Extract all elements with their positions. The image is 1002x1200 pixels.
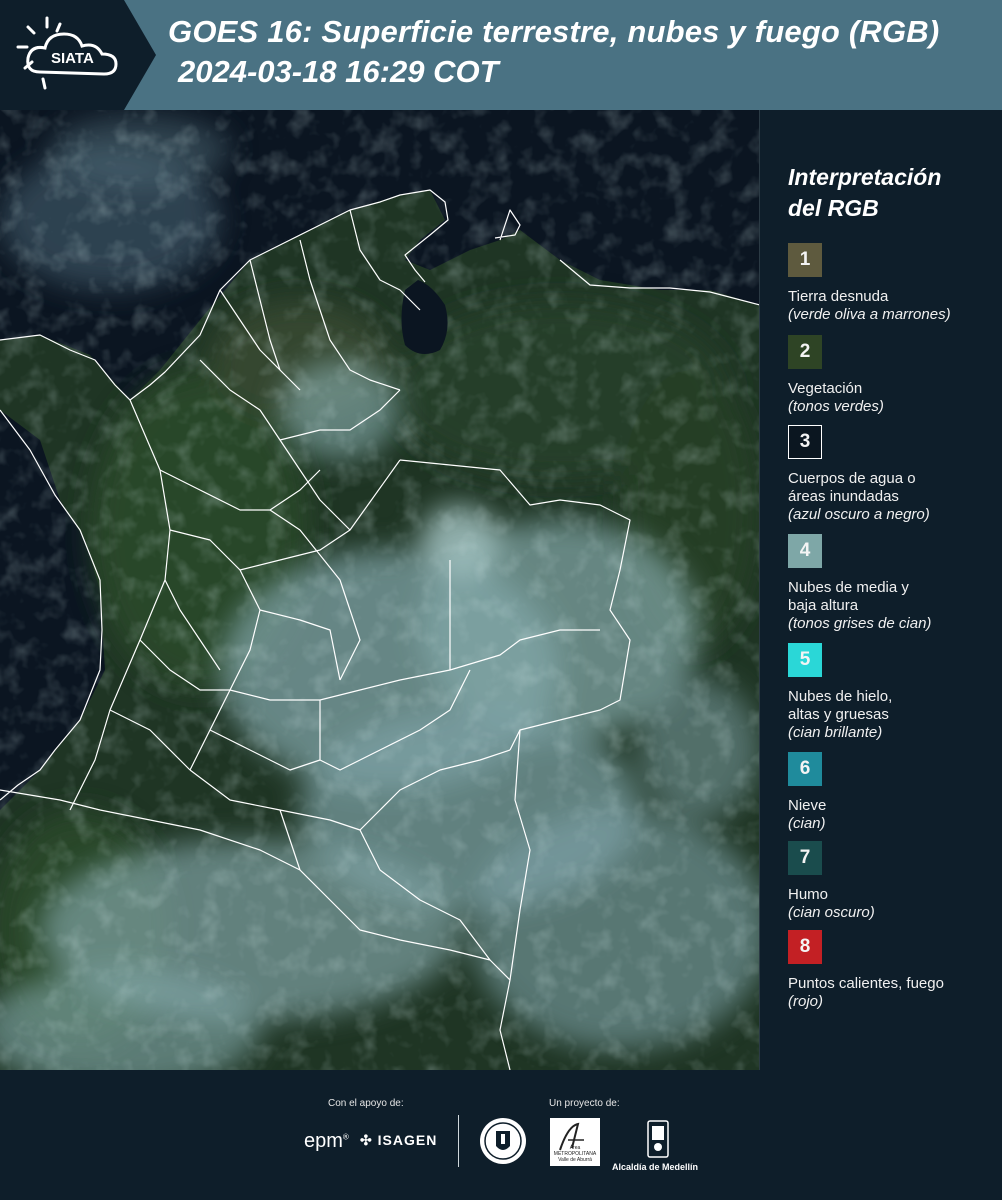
- legend-swatch: 2: [788, 335, 822, 369]
- seal-logo: [480, 1118, 526, 1164]
- legend-item-desc: (cian oscuro): [788, 904, 875, 921]
- legend-swatch: 7: [788, 841, 822, 875]
- legend-swatch: 3: [788, 425, 822, 459]
- legend-item-vegetation: 2 Vegetación (tonos verdes): [788, 335, 998, 416]
- timestamp: 2024-03-18 16:29 COT: [178, 54, 499, 89]
- isagen-logo: ✣ ISAGEN: [360, 1132, 438, 1148]
- legend-item-bare-soil: 1 Tierra desnuda (verde oliva a marrones…: [788, 243, 998, 324]
- legend-item-desc: (azul oscuro a negro): [788, 506, 930, 523]
- support-label: Con el apoyo de:: [328, 1098, 404, 1109]
- legend-item-snow: 6 Nieve (cian): [788, 752, 998, 833]
- legend-item-desc: (tonos verdes): [788, 398, 884, 415]
- isagen-icon: ✣: [360, 1132, 373, 1148]
- area-metropolitana-logo: Área METROPOLITANA Valle de Aburrá: [550, 1118, 600, 1166]
- legend-item-water: 3 Cuerpos de agua o áreas inundadas (azu…: [788, 425, 998, 524]
- legend-title-line1: Interpretación: [788, 164, 942, 190]
- rgb-legend: Interpretación del RGB 1 Tierra desnuda …: [772, 110, 1002, 1070]
- legend-title: Interpretación del RGB: [788, 162, 988, 224]
- legend-item-label: Nieve: [788, 797, 827, 814]
- legend-item-label: Tierra desnuda: [788, 288, 889, 305]
- legend-swatch: 5: [788, 643, 822, 677]
- siata-logo: SIATA: [0, 0, 156, 110]
- legend-item-label: Vegetación: [788, 380, 863, 397]
- legend-swatch: 6: [788, 752, 822, 786]
- alcaldia-emblem-icon: [647, 1120, 669, 1158]
- legend-item-label: Nubes de hielo, altas y gruesas: [788, 688, 893, 723]
- footer: Con el apoyo de: Un proyecto de: epm® ✣ …: [0, 1070, 1002, 1200]
- legend-swatch: 8: [788, 930, 822, 964]
- legend-item-label: Nubes de media y baja altura: [788, 579, 909, 614]
- epm-logo: epm®: [304, 1130, 349, 1152]
- legend-item-desc: (verde oliva a marrones): [788, 306, 951, 323]
- footer-divider: [458, 1115, 459, 1167]
- legend-item-desc: (cian brillante): [788, 724, 883, 741]
- legend-item-desc: (cian): [788, 815, 826, 832]
- legend-item-desc: (tonos grises de cian): [788, 615, 932, 632]
- legend-item-label: Humo: [788, 886, 829, 903]
- legend-item-fire: 8 Puntos calientes, fuego (rojo): [788, 930, 998, 1011]
- legend-item-smoke: 7 Humo (cian oscuro): [788, 841, 998, 922]
- legend-item-ice-clouds: 5 Nubes de hielo, altas y gruesas (cian …: [788, 643, 998, 742]
- legend-item-desc: (rojo): [788, 993, 824, 1010]
- legend-item-label: Puntos calientes, fuego: [788, 975, 944, 992]
- page-title: GOES 16: Superficie terrestre, nubes y f…: [168, 14, 940, 49]
- legend-title-line2: del RGB: [788, 195, 879, 221]
- legend-item-label: Cuerpos de agua o áreas inundadas: [788, 470, 916, 505]
- alcaldia-logo: Alcaldía de Medellín: [612, 1162, 699, 1172]
- project-label: Un proyecto de:: [549, 1098, 620, 1109]
- svg-text:SIATA: SIATA: [51, 50, 94, 67]
- legend-item-low-clouds: 4 Nubes de media y baja altura (tonos gr…: [788, 534, 998, 633]
- legend-swatch: 4: [788, 534, 822, 568]
- legend-swatch: 1: [788, 243, 822, 277]
- header: SIATA GOES 16: Superficie terrestre, nub…: [0, 0, 1002, 110]
- satellite-map: [0, 110, 760, 1070]
